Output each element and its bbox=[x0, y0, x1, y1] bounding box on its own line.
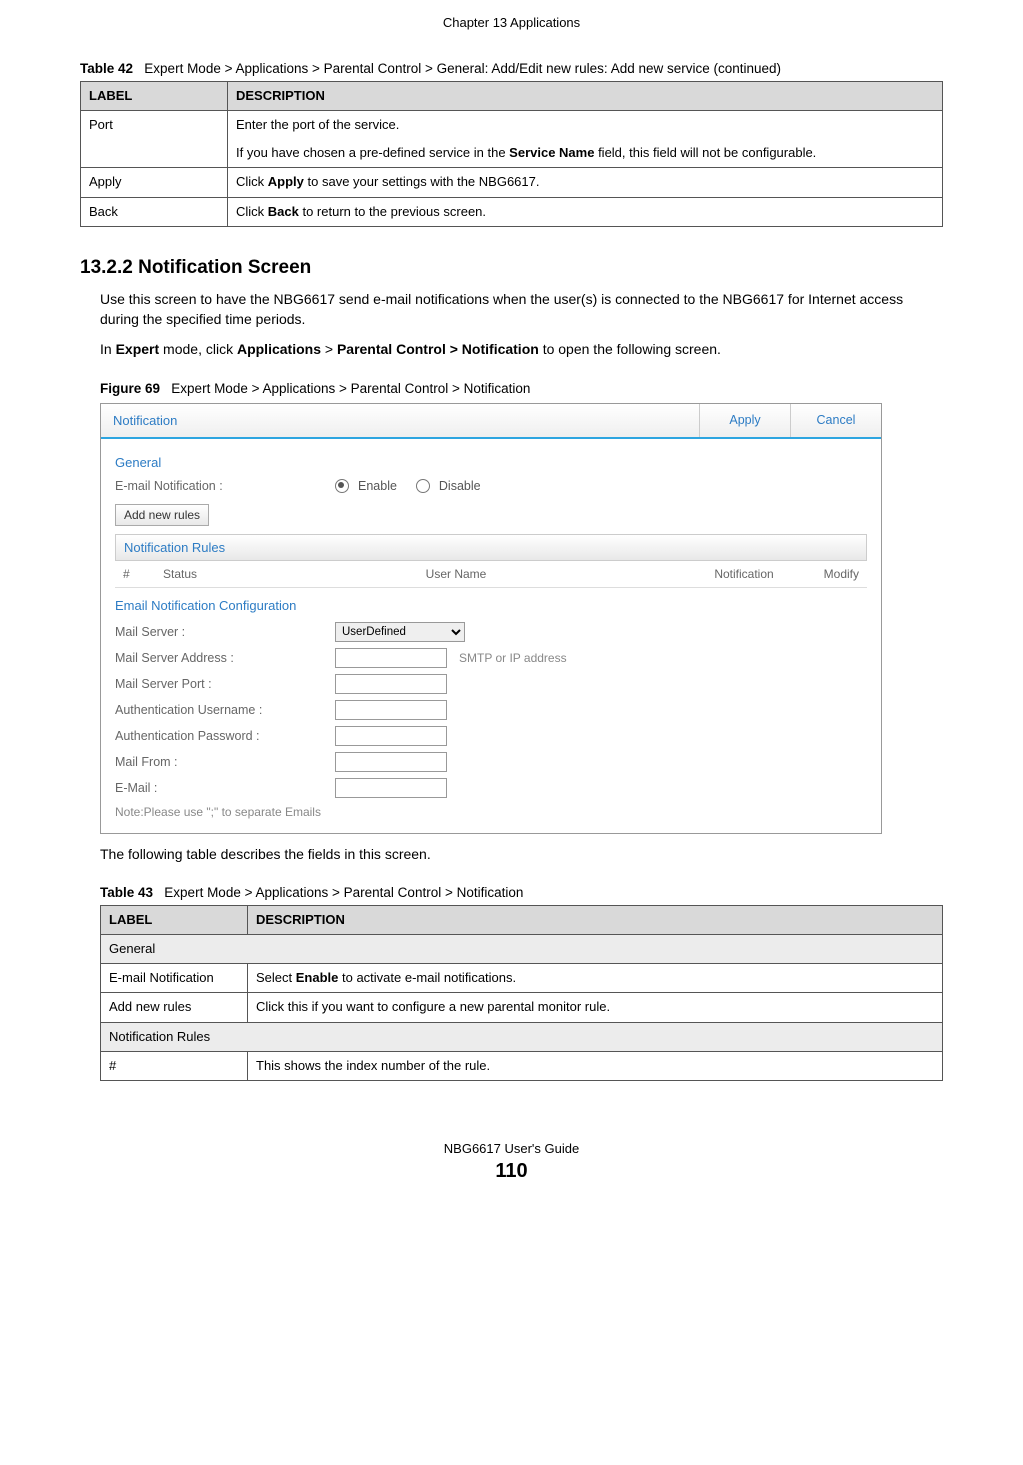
auth-user-input[interactable] bbox=[335, 700, 447, 720]
table43-general-row: General bbox=[101, 934, 943, 963]
table43-hash-label: # bbox=[101, 1051, 248, 1080]
mail-server-port-input[interactable] bbox=[335, 674, 447, 694]
table43-email-notif-desc: Select Enable to activate e-mail notific… bbox=[248, 964, 943, 993]
email-notification-label: E-mail Notification : bbox=[115, 479, 335, 493]
apply-button[interactable]: Apply bbox=[699, 404, 790, 437]
table43-hash-desc: This shows the index number of the rule. bbox=[248, 1051, 943, 1080]
table42-header-label: LABEL bbox=[81, 81, 228, 110]
table42-port-desc: Enter the port of the service. If you ha… bbox=[228, 111, 943, 168]
cancel-button[interactable]: Cancel bbox=[790, 404, 881, 437]
table43-add-rules-label: Add new rules bbox=[101, 993, 248, 1022]
table42-header-desc: DESCRIPTION bbox=[228, 81, 943, 110]
mail-server-label: Mail Server : bbox=[115, 625, 335, 639]
page-header: Chapter 13 Applications bbox=[80, 0, 943, 40]
page-footer: NBG6617 User's Guide 110 bbox=[80, 1141, 943, 1183]
auth-user-label: Authentication Username : bbox=[115, 703, 335, 717]
enable-text: Enable bbox=[358, 479, 397, 493]
table43-caption-number: Table 43 bbox=[100, 885, 153, 900]
notification-rules-columns: # Status User Name Notification Modify bbox=[115, 561, 867, 588]
table42-port-label: Port bbox=[81, 111, 228, 168]
footer-guide: NBG6617 User's Guide bbox=[80, 1141, 943, 1156]
table42-back-label: Back bbox=[81, 197, 228, 226]
after-figure-para: The following table describes the fields… bbox=[100, 844, 943, 864]
mail-server-addr-hint: SMTP or IP address bbox=[459, 651, 567, 665]
table43-caption: Table 43 Expert Mode > Applications > Pa… bbox=[100, 884, 943, 903]
disable-text: Disable bbox=[439, 479, 481, 493]
mail-server-port-label: Mail Server Port : bbox=[115, 677, 335, 691]
col-modify: Modify bbox=[799, 567, 859, 581]
table43-header-desc: DESCRIPTION bbox=[248, 905, 943, 934]
figure69-screenshot: Notification Apply Cancel General E-mail… bbox=[100, 403, 882, 834]
table42-apply-desc: Click Apply to save your settings with t… bbox=[228, 168, 943, 197]
fig-general-title: General bbox=[115, 455, 867, 470]
table43: LABEL DESCRIPTION General E-mail Notific… bbox=[100, 905, 943, 1081]
section-heading-13-2-2: 13.2.2 Notification Screen bbox=[80, 257, 943, 279]
table42-caption: Table 42 Expert Mode > Applications > Pa… bbox=[80, 60, 943, 79]
fig-header: Notification Apply Cancel bbox=[101, 404, 881, 439]
figure69-caption-number: Figure 69 bbox=[100, 381, 160, 396]
section-para-2: In Expert mode, click Applications > Par… bbox=[100, 339, 943, 359]
table43-header-label: LABEL bbox=[101, 905, 248, 934]
table42-apply-label: Apply bbox=[81, 168, 228, 197]
auth-pass-input[interactable] bbox=[335, 726, 447, 746]
col-notification: Notification bbox=[689, 567, 799, 581]
table43-caption-text: Expert Mode > Applications > Parental Co… bbox=[164, 885, 523, 900]
page-number: 110 bbox=[80, 1160, 943, 1183]
table42-port-desc-line2: If you have chosen a pre-defined service… bbox=[236, 144, 934, 162]
figure69-caption-text: Expert Mode > Applications > Parental Co… bbox=[171, 381, 530, 396]
enable-radio[interactable] bbox=[335, 479, 349, 493]
table42-port-desc-line1: Enter the port of the service. bbox=[236, 116, 934, 134]
figure69-caption: Figure 69 Expert Mode > Applications > P… bbox=[100, 380, 943, 399]
col-status: Status bbox=[163, 567, 223, 581]
mail-server-addr-input[interactable] bbox=[335, 648, 447, 668]
table43-notif-rules-row: Notification Rules bbox=[101, 1022, 943, 1051]
notification-rules-header: Notification Rules bbox=[115, 534, 867, 561]
table42-caption-text: Expert Mode > Applications > Parental Co… bbox=[144, 61, 781, 76]
mail-server-select[interactable]: UserDefined bbox=[335, 622, 465, 642]
add-new-rules-button[interactable]: Add new rules bbox=[115, 504, 209, 526]
col-hash: # bbox=[123, 567, 163, 581]
email-to-label: E-Mail : bbox=[115, 781, 335, 795]
disable-radio[interactable] bbox=[416, 479, 430, 493]
table43-email-notif-label: E-mail Notification bbox=[101, 964, 248, 993]
table42: LABEL DESCRIPTION Port Enter the port of… bbox=[80, 81, 943, 227]
email-to-input[interactable] bbox=[335, 778, 447, 798]
email-note: Note:Please use ";" to separate Emails bbox=[115, 805, 867, 819]
col-username: User Name bbox=[223, 567, 689, 581]
auth-pass-label: Authentication Password : bbox=[115, 729, 335, 743]
mail-from-input[interactable] bbox=[335, 752, 447, 772]
table42-caption-number: Table 42 bbox=[80, 61, 133, 76]
table42-back-desc: Click Back to return to the previous scr… bbox=[228, 197, 943, 226]
table43-add-rules-desc: Click this if you want to configure a ne… bbox=[248, 993, 943, 1022]
mail-server-addr-label: Mail Server Address : bbox=[115, 651, 335, 665]
section-para-1: Use this screen to have the NBG6617 send… bbox=[100, 289, 943, 330]
fig-title: Notification bbox=[101, 404, 699, 437]
fig-email-conf-title: Email Notification Configuration bbox=[115, 598, 867, 613]
mail-from-label: Mail From : bbox=[115, 755, 335, 769]
